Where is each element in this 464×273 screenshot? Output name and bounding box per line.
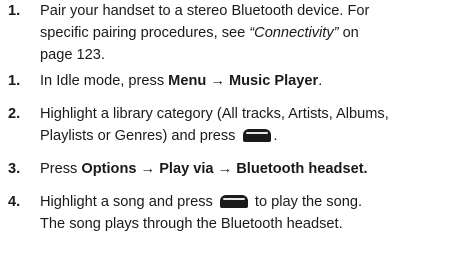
step-text: Highlight a library category (All tracks… — [40, 103, 460, 147]
soft-key-icon — [219, 194, 248, 208]
text-fragment: Press — [40, 161, 82, 177]
text-line: specific pairing procedures, see “Connec… — [40, 22, 460, 44]
step-text: In Idle mode, press Menu → Music Player. — [40, 70, 460, 92]
connectivity-reference-link[interactable]: “Connectivity” — [249, 25, 338, 41]
text-line: In Idle mode, press Menu → Music Player. — [40, 70, 460, 92]
text-fragment: . — [318, 73, 323, 89]
step-number: 4. — [8, 194, 21, 210]
text-line: The song plays through the Bluetooth hea… — [40, 216, 343, 232]
text-line: Highlight a library category (All tracks… — [40, 106, 389, 122]
text-fragment: specific pairing procedures, see — [40, 25, 246, 41]
text-fragment: In Idle mode, press — [40, 73, 169, 89]
text-fragment: Highlight a song and press — [40, 194, 217, 210]
menu-path: Options → Play via → Bluetooth headset. — [81, 161, 368, 177]
step-number: 2. — [8, 106, 21, 122]
step-number: 3. — [8, 161, 21, 177]
menu-path: Menu → Music Player — [168, 73, 319, 89]
step-number: 1. — [8, 73, 21, 89]
text-line: Press Options → Play via → Bluetooth hea… — [40, 158, 460, 180]
text-line: page 123. — [40, 47, 105, 63]
step-text: Highlight a song and press to play the s… — [40, 191, 460, 235]
text-line: Playlists or Genres) and press . — [40, 125, 460, 147]
step-text: Pair your handset to a stereo Bluetooth … — [40, 0, 460, 66]
soft-key-icon — [242, 128, 271, 142]
text-line: Pair your handset to a stereo Bluetooth … — [40, 3, 370, 19]
step-text: Press Options → Play via → Bluetooth hea… — [40, 158, 460, 180]
text-fragment: . — [273, 128, 278, 144]
text-fragment: Playlists or Genres) and press — [40, 128, 240, 144]
text-fragment: on — [338, 25, 359, 41]
step-number: 1. — [8, 3, 21, 19]
text-fragment: to play the song. — [250, 194, 363, 210]
text-line: Highlight a song and press to play the s… — [40, 191, 460, 213]
